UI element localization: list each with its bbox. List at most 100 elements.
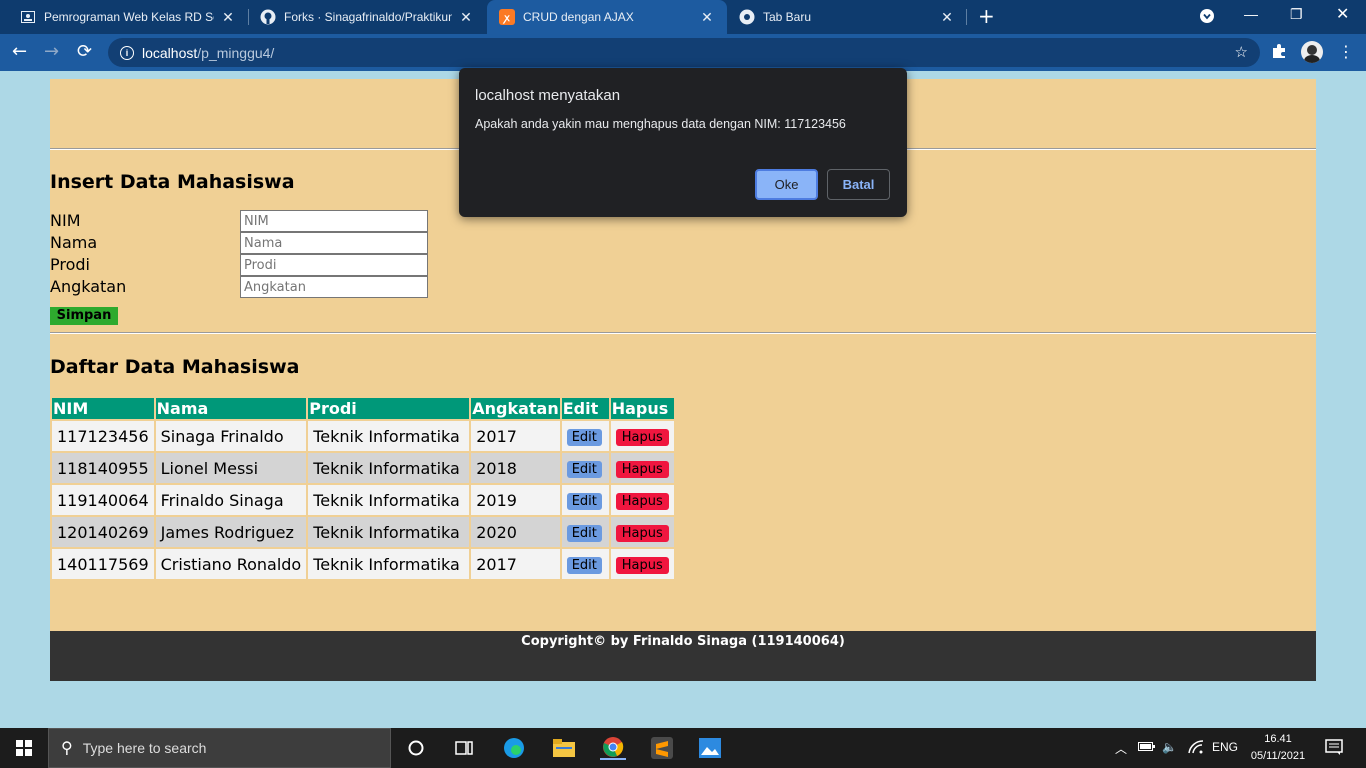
- oke-button[interactable]: Oke: [755, 169, 818, 200]
- mahasiswa-table: NIM Nama Prodi Angkatan Edit Hapus 11712…: [50, 396, 676, 581]
- insert-title: Insert Data Mahasiswa: [50, 171, 295, 193]
- cell-nama: Frinaldo Sinaga: [155, 485, 307, 515]
- cell-hapus: Hapus: [610, 549, 674, 579]
- tab-crud-ajax[interactable]: ꭗ CRUD dengan AJAX ✕: [487, 0, 727, 34]
- dialog-title: localhost menyatakan: [475, 87, 621, 104]
- batal-button[interactable]: Batal: [827, 169, 890, 200]
- restore-icon[interactable]: ❐: [1290, 6, 1303, 23]
- tab-new[interactable]: Tab Baru ✕: [727, 0, 967, 34]
- clock[interactable]: 16.41 05/11/2021: [1245, 731, 1311, 765]
- table-header-row: NIM Nama Prodi Angkatan Edit Hapus: [52, 398, 674, 419]
- url-host: localhost: [142, 44, 198, 61]
- cell-nim: 118140955: [52, 453, 154, 483]
- cell-hapus: Hapus: [610, 517, 674, 547]
- cell-angkatan: 2017: [471, 549, 560, 579]
- taskbar-search-box[interactable]: ⚲ Type here to search: [48, 728, 391, 768]
- tab-classroom[interactable]: Pemrograman Web Kelas RD Sem ✕: [8, 0, 248, 34]
- browser-toolbar: ← → ⟳ i localhost/p_minggu4/ ☆: [0, 34, 1366, 71]
- back-arrow-icon[interactable]: ←: [12, 42, 27, 62]
- hapus-button[interactable]: Hapus: [615, 461, 669, 478]
- wifi-icon[interactable]: [1188, 740, 1204, 757]
- window-close-icon[interactable]: ✕: [1336, 4, 1349, 24]
- prodi-input[interactable]: [240, 254, 428, 276]
- edge-icon[interactable]: [502, 736, 526, 760]
- language-indicator[interactable]: ENG: [1212, 740, 1238, 754]
- nama-label: Nama: [50, 233, 98, 252]
- cell-edit: Edit: [561, 421, 609, 451]
- cell-hapus: Hapus: [610, 421, 674, 451]
- tab-search-chevron-icon[interactable]: [1200, 9, 1214, 26]
- table-row: 117123456 Sinaga Frinaldo Teknik Informa…: [52, 421, 674, 451]
- table-row: 119140064 Frinaldo Sinaga Teknik Informa…: [52, 485, 674, 515]
- github-icon: [260, 9, 276, 25]
- column-header-edit: Edit: [561, 398, 609, 419]
- cell-edit: Edit: [561, 453, 609, 483]
- chrome-taskbar-icon[interactable]: [600, 736, 626, 760]
- footer: Copyright© by Frinaldo Sinaga (119140064…: [50, 631, 1316, 681]
- photos-icon[interactable]: [698, 736, 722, 760]
- chrome-icon: [739, 9, 755, 25]
- cell-prodi: Teknik Informatika: [308, 421, 470, 451]
- cortana-icon[interactable]: [404, 736, 428, 760]
- tab-title: Tab Baru: [763, 10, 812, 24]
- edit-button[interactable]: Edit: [566, 461, 602, 478]
- info-icon[interactable]: i: [120, 45, 134, 60]
- start-button[interactable]: [0, 728, 48, 768]
- volume-icon[interactable]: 🔈: [1162, 740, 1177, 754]
- tab-title: CRUD dengan AJAX: [523, 10, 634, 24]
- hapus-button[interactable]: Hapus: [615, 429, 669, 446]
- nama-input[interactable]: [240, 232, 428, 254]
- divider: [50, 332, 1316, 334]
- cell-angkatan: 2019: [471, 485, 560, 515]
- cell-hapus: Hapus: [610, 453, 674, 483]
- angkatan-input[interactable]: [240, 276, 428, 298]
- edit-button[interactable]: Edit: [566, 525, 602, 542]
- search-icon: ⚲: [61, 740, 73, 757]
- tab-github[interactable]: Forks · Sinagafrinaldo/Praktikum ✕: [248, 0, 486, 34]
- minimize-icon[interactable]: —: [1244, 6, 1258, 22]
- kebab-menu-icon[interactable]: ⋮: [1338, 42, 1354, 61]
- table-row: 140117569 Cristiano Ronaldo Teknik Infor…: [52, 549, 674, 579]
- svg-text:ꭗ: ꭗ: [502, 13, 510, 24]
- simpan-button[interactable]: Simpan: [50, 307, 118, 325]
- close-icon[interactable]: ✕: [699, 9, 715, 26]
- battery-icon[interactable]: [1138, 740, 1156, 755]
- url-path: /p_minggu4/: [197, 44, 275, 61]
- windows-logo-icon: [16, 740, 32, 756]
- new-tab-plus-icon[interactable]: +: [978, 6, 995, 26]
- forward-arrow-icon[interactable]: →: [44, 42, 59, 62]
- confirm-dialog: localhost menyatakan Apakah anda yakin m…: [459, 68, 907, 217]
- hapus-button[interactable]: Hapus: [615, 557, 669, 574]
- dialog-message: Apakah anda yakin mau menghapus data den…: [475, 117, 846, 131]
- windows-taskbar: ⚲ Type here to search ︿ 🔈 ENG 16.41 05/1…: [0, 728, 1366, 768]
- column-header-prodi: Prodi: [308, 398, 470, 419]
- hapus-button[interactable]: Hapus: [615, 493, 669, 510]
- classroom-icon: [20, 9, 36, 25]
- file-explorer-icon[interactable]: [552, 736, 576, 760]
- close-icon[interactable]: ✕: [220, 9, 236, 26]
- column-header-angkatan: Angkatan: [471, 398, 560, 419]
- edit-button[interactable]: Edit: [566, 493, 602, 510]
- close-icon[interactable]: ✕: [458, 9, 474, 26]
- sublime-text-icon[interactable]: [650, 736, 674, 760]
- cell-angkatan: 2020: [471, 517, 560, 547]
- profile-avatar[interactable]: [1301, 41, 1323, 63]
- bookmark-star-icon[interactable]: ☆: [1235, 43, 1248, 61]
- address-bar[interactable]: i localhost/p_minggu4/ ☆: [108, 38, 1260, 67]
- nim-input[interactable]: [240, 210, 428, 232]
- column-header-nim: NIM: [52, 398, 154, 419]
- edit-button[interactable]: Edit: [566, 557, 602, 574]
- close-icon[interactable]: ✕: [939, 9, 955, 26]
- angkatan-label: Angkatan: [50, 277, 127, 296]
- notification-icon[interactable]: [1325, 739, 1343, 758]
- cell-angkatan: 2018: [471, 453, 560, 483]
- hapus-button[interactable]: Hapus: [615, 525, 669, 542]
- reload-icon[interactable]: ⟳: [77, 42, 92, 62]
- extensions-puzzle-icon[interactable]: [1271, 43, 1287, 63]
- chevron-up-icon[interactable]: ︿: [1115, 740, 1127, 757]
- prodi-label: Prodi: [50, 255, 90, 274]
- edit-button[interactable]: Edit: [566, 429, 602, 446]
- tab-title: Pemrograman Web Kelas RD Sem: [44, 10, 214, 24]
- task-view-icon[interactable]: [452, 736, 476, 760]
- cell-hapus: Hapus: [610, 485, 674, 515]
